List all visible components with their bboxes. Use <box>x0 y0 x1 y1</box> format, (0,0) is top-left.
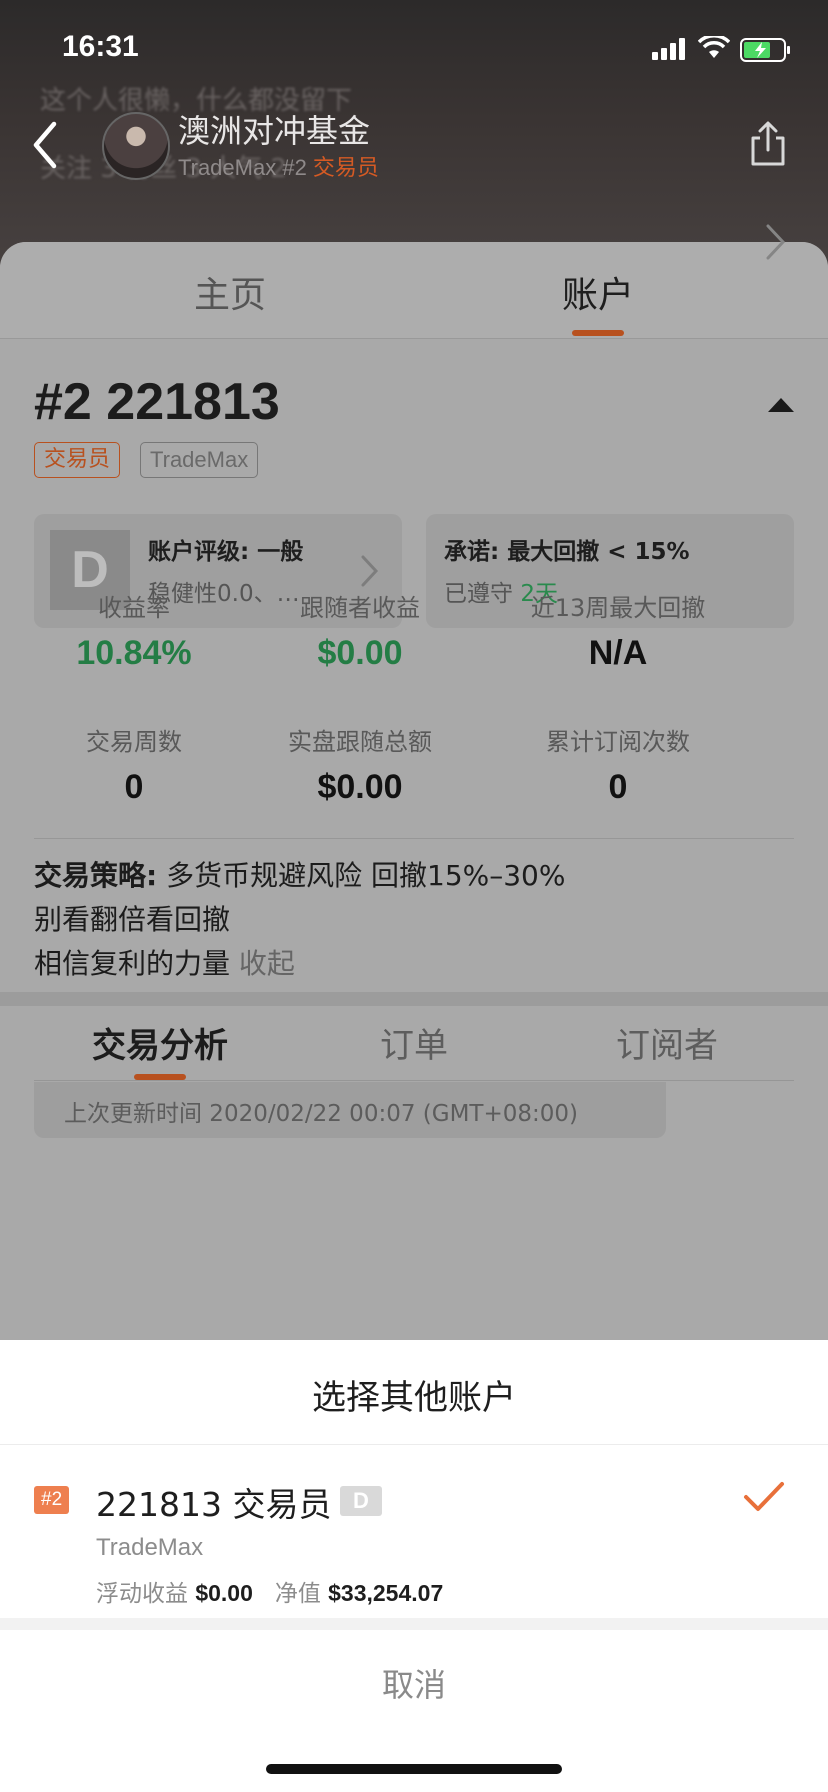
strategy-label: 交易策略: <box>34 859 158 892</box>
checkmark-icon <box>744 1482 784 1511</box>
float-profit-label: 浮动收益 <box>96 1581 196 1607</box>
max-drawdown-label: 近13周最大回撤 <box>530 594 706 622</box>
avatar[interactable] <box>102 112 170 180</box>
account-option-name: 221813 交易员 <box>96 1485 332 1524</box>
subscriptions-value: 0 <box>608 768 628 806</box>
sheet-divider <box>0 1444 828 1445</box>
wifi-icon <box>698 36 730 58</box>
sheet-gap <box>0 1618 828 1630</box>
account-picker-sheet: 选择其他账户 #2 221813 交易员 D TradeMax 浮动收益 $0.… <box>0 1340 828 1792</box>
subscriptions-label: 累计订阅次数 <box>546 728 690 756</box>
collapse-link[interactable]: 收起 <box>230 947 295 980</box>
tab-indicator <box>572 330 624 336</box>
account-title: #2 221813 <box>34 373 280 431</box>
tab-account[interactable]: 账户 <box>562 266 634 318</box>
profile-subtitle: TradeMax #2 交易员 <box>178 150 379 182</box>
section-gap <box>0 992 828 1006</box>
strategy-line3: 相信复利的力量 <box>34 947 231 980</box>
strategy-line2: 别看翻倍看回撤 <box>34 903 231 936</box>
signal-icon <box>652 38 685 60</box>
stats-more-icon[interactable] <box>764 222 788 262</box>
account-card: 主页 账户 #2 221813 交易员 TradeMax D 账户评级: 一般 … <box>0 224 828 1342</box>
chevron-right-icon <box>361 555 379 587</box>
profile-role: 交易员 <box>312 155 379 180</box>
profile-name: 澳洲对冲基金 <box>178 112 371 150</box>
promise-title: 承诺: 最大回撤 < 15% <box>444 539 690 565</box>
broker-tag: TradeMax <box>140 442 259 478</box>
collapse-up-icon[interactable] <box>768 398 794 412</box>
main-tab-bar: 主页 账户 <box>0 242 828 339</box>
grade-mini-badge: D <box>340 1486 382 1516</box>
strategy-line1: 多货币规避风险 回撤15%–30% <box>157 859 566 892</box>
max-drawdown-value: N/A <box>588 634 648 672</box>
tab-orders[interactable]: 订单 <box>380 1018 448 1067</box>
account-number-badge: #2 <box>34 1486 70 1514</box>
follow-total-label: 实盘跟随总额 <box>288 728 432 756</box>
sheet-title: 选择其他账户 <box>312 1378 516 1418</box>
share-icon[interactable] <box>748 120 788 168</box>
trade-weeks-label: 交易周数 <box>86 728 182 756</box>
account-option-broker: TradeMax <box>96 1534 204 1561</box>
equity-value: $33,254.07 <box>328 1580 444 1606</box>
divider <box>34 838 794 839</box>
follower-profit-value: $0.00 <box>317 634 403 672</box>
return-label: 收益率 <box>98 594 170 622</box>
strategy-text: 交易策略: 多货币规避风险 回撤15%–30% 别看翻倍看回撤 相信复利的力量 … <box>34 854 794 986</box>
trade-weeks-value: 0 <box>124 768 144 806</box>
update-bar: 上次更新时间 2020/02/22 00:07 (GMT+08:00) <box>34 1082 666 1138</box>
tab-subscribers[interactable]: 订阅者 <box>616 1018 718 1067</box>
follow-total-value: $0.00 <box>317 768 403 806</box>
tab-trade-analysis[interactable]: 交易分析 <box>92 1018 228 1067</box>
tab-home[interactable]: 主页 <box>194 266 266 318</box>
battery-icon <box>740 38 790 62</box>
home-indicator[interactable] <box>266 1764 562 1774</box>
status-time: 16:31 <box>62 30 139 63</box>
last-update-text: 上次更新时间 2020/02/22 00:07 (GMT+08:00) <box>64 1101 578 1127</box>
subtab-divider <box>34 1080 794 1081</box>
cancel-button[interactable]: 取消 <box>0 1630 828 1740</box>
float-profit-value: $0.00 <box>195 1580 253 1606</box>
follower-profit-label: 跟随者收益 <box>300 594 420 622</box>
equity-label: 净值 <box>274 1581 329 1607</box>
rating-title: 账户评级: 一般 <box>148 539 304 565</box>
broker-rank: TradeMax #2 <box>178 155 313 180</box>
account-option-values: 浮动收益 $0.00 净值 $33,254.07 <box>96 1574 443 1608</box>
return-value: 10.84% <box>76 634 192 672</box>
role-tag: 交易员 <box>34 442 121 478</box>
back-arrow-icon[interactable] <box>26 118 66 172</box>
